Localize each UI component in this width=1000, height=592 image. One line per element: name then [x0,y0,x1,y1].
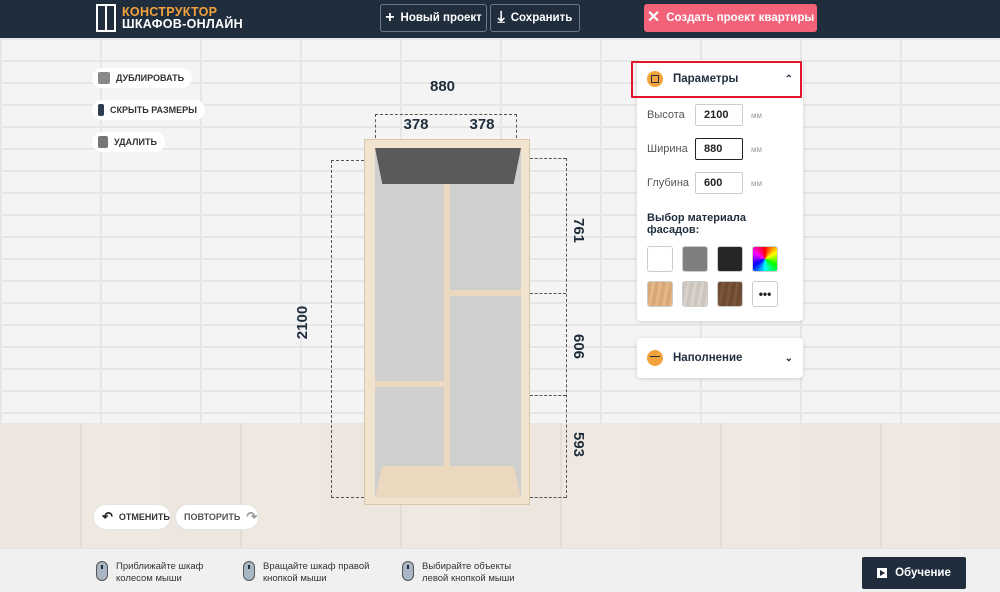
height-input[interactable]: 2100 [695,104,743,126]
filling-panel-header[interactable]: Наполнение ⌄ [637,338,803,378]
copy-icon [98,72,110,84]
total-width-dimension: 880 [430,78,456,95]
logo[interactable]: КОНСТРУКТОР ШКАФОВ-ОНЛАЙН [96,4,243,32]
tip-zoom: Приближайте шкаф колесом мыши [96,561,203,585]
undo-arrow-icon: ↶ [102,509,113,524]
delete-button[interactable]: УДАЛИТЬ [92,132,165,152]
hide-sizes-button[interactable]: СКРЫТЬ РАЗМЕРЫ [92,100,205,120]
hanger-icon [647,350,663,366]
create-apartment-project-button[interactable]: ✕ Создать проект квартиры [644,4,817,32]
download-icon: ⤓ [497,9,505,26]
depth-row: Глубина 600 мм [637,166,803,200]
tip-select: Выбирайте объекты левой кнопкой мыши [402,561,515,585]
height-tick-top [331,160,364,161]
redo-button[interactable]: ПОВТОРИТЬ ↷ [175,504,259,530]
width-row: Ширина 880 мм [637,132,803,166]
depth-input[interactable]: 600 [695,172,743,194]
swatch-light-wood[interactable] [647,281,673,307]
section-height-3: 593 [570,431,588,458]
more-swatches-button[interactable]: ••• [752,281,778,307]
section-tick-3 [530,395,566,396]
left-compartment[interactable] [375,148,445,498]
right-compartment[interactable] [449,148,521,498]
left-section-width: 378 [403,116,429,133]
chevron-down-icon: ⌄ [784,352,793,364]
total-height-line [331,160,332,498]
trash-icon [98,136,108,148]
wardrobe-bottom-interior [375,466,521,498]
ruler-icon [98,104,104,116]
section-height-1: 761 [570,217,588,244]
wardrobe-top-interior [375,148,521,184]
new-project-button[interactable]: + Новый проект [380,4,487,32]
swatch-white[interactable] [647,246,673,272]
parameters-panel: Параметры ⌃ Высота 2100 мм Ширина 880 мм… [637,60,803,321]
section-tick-2 [530,293,566,294]
center-divider[interactable] [444,148,450,498]
mouse-right-icon [243,561,255,581]
footer: Приближайте шкаф колесом мыши Вращайте ш… [0,548,1000,592]
swatch-rainbow[interactable] [752,246,778,272]
right-section-width: 378 [469,116,495,133]
undo-button[interactable]: ↶ ОТМЕНИТЬ [93,504,171,530]
top-header: КОНСТРУКТОР ШКАФОВ-ОНЛАЙН + Новый проект… [0,0,1000,38]
swatch-dark-wood[interactable] [717,281,743,307]
height-tick-bottom [331,497,364,498]
logo-line2: ШКАФОВ-ОНЛАЙН [122,17,243,31]
tutorial-button[interactable]: Обучение [862,557,966,589]
section-height-2: 606 [570,333,588,360]
total-height-dimension: 2100 [294,305,312,340]
section-height-line [566,158,567,498]
save-button[interactable]: ⤓ Сохранить [490,4,580,32]
tools-icon: ✕ [646,9,661,26]
play-icon [877,568,888,578]
wardrobe-logo-icon [96,4,116,32]
facade-material-title: Выбор материала фасадов: [647,212,746,236]
section-tick-4 [530,497,566,498]
mouse-wheel-icon [96,561,108,581]
section-tick-1 [530,158,566,159]
wardrobe-model[interactable] [364,139,530,505]
plus-icon: + [385,9,395,26]
mouse-left-icon [402,561,414,581]
swatch-gray-wood[interactable] [682,281,708,307]
redo-arrow-icon: ↷ [246,509,258,524]
swatch-gray[interactable] [682,246,708,272]
3d-scene[interactable]: ДУБЛИРОВАТЬ СКРЫТЬ РАЗМЕРЫ УДАЛИТЬ 880 3… [0,38,1000,548]
filling-title: Наполнение [673,352,743,364]
swatch-black[interactable] [717,246,743,272]
material-swatches: ••• [637,246,803,321]
height-row: Высота 2100 мм [637,98,803,132]
tip-rotate: Вращайте шкаф правой кнопкой мыши [243,561,369,585]
width-input[interactable]: 880 [695,138,743,160]
duplicate-button[interactable]: ДУБЛИРОВАТЬ [92,68,193,88]
right-shelf[interactable] [449,290,521,296]
left-shelf[interactable] [375,381,445,387]
parameters-highlight-box [631,61,802,98]
